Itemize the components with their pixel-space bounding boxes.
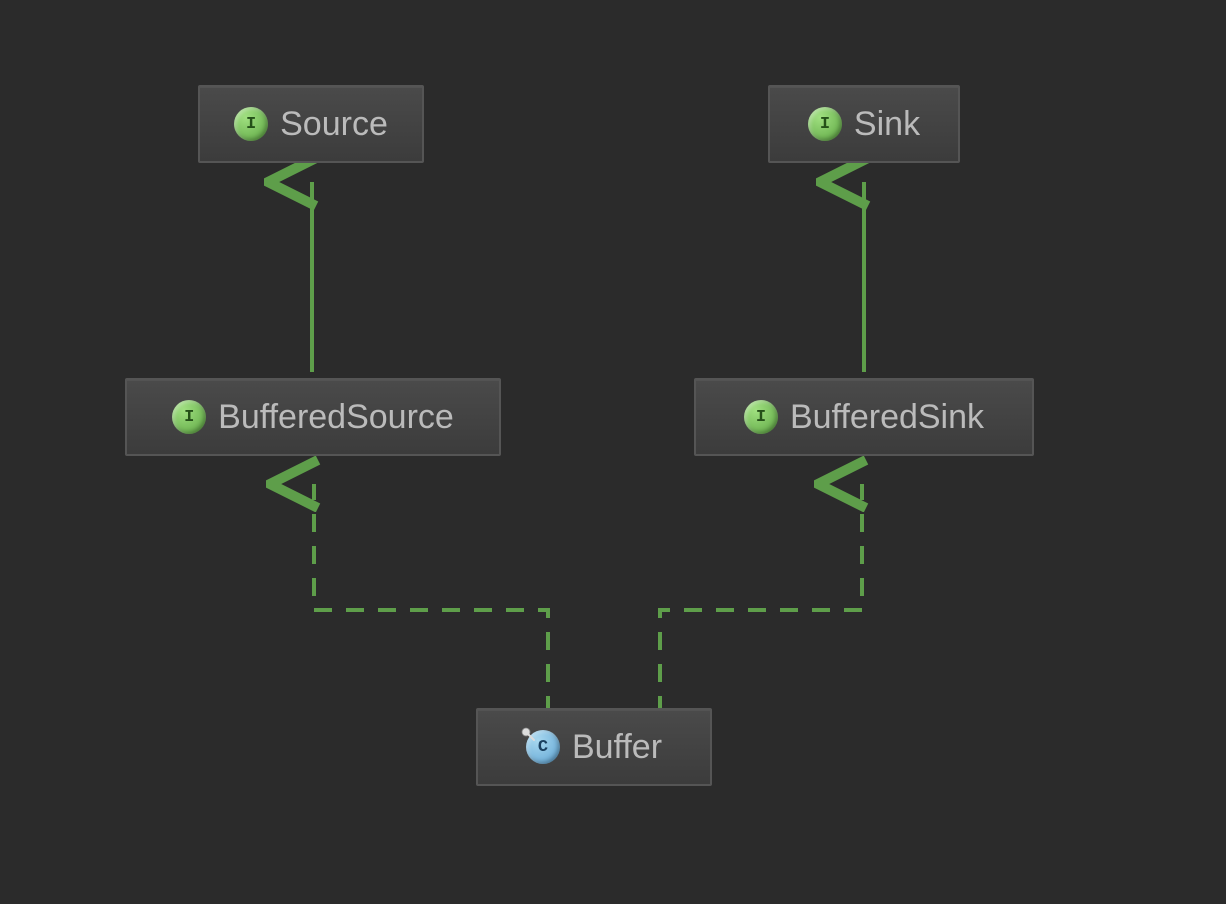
interface-icon: I <box>172 400 206 434</box>
icon-letter: I <box>246 115 256 134</box>
node-label: Buffer <box>572 728 662 767</box>
interface-icon: I <box>234 107 268 141</box>
node-sink[interactable]: I Sink <box>768 85 960 163</box>
diagram-canvas: I Source I Sink I BufferedSource I Buffe… <box>0 0 1226 904</box>
node-label: BufferedSource <box>218 398 454 437</box>
interface-icon: I <box>808 107 842 141</box>
node-source[interactable]: I Source <box>198 85 424 163</box>
node-label: Sink <box>854 105 920 144</box>
node-buffered-source[interactable]: I BufferedSource <box>125 378 501 456</box>
class-icon: C <box>526 730 560 764</box>
node-label: Source <box>280 105 388 144</box>
node-buffer[interactable]: C Buffer <box>476 708 712 786</box>
node-label: BufferedSink <box>790 398 984 437</box>
interface-icon: I <box>744 400 778 434</box>
icon-letter: I <box>820 115 830 134</box>
arrow-buffer-to-bufferedsink <box>660 484 862 746</box>
icon-letter: I <box>756 408 766 427</box>
icon-letter: I <box>184 408 194 427</box>
node-buffered-sink[interactable]: I BufferedSink <box>694 378 1034 456</box>
icon-letter: C <box>538 738 548 757</box>
arrow-buffer-to-bufferedsource <box>314 484 548 746</box>
